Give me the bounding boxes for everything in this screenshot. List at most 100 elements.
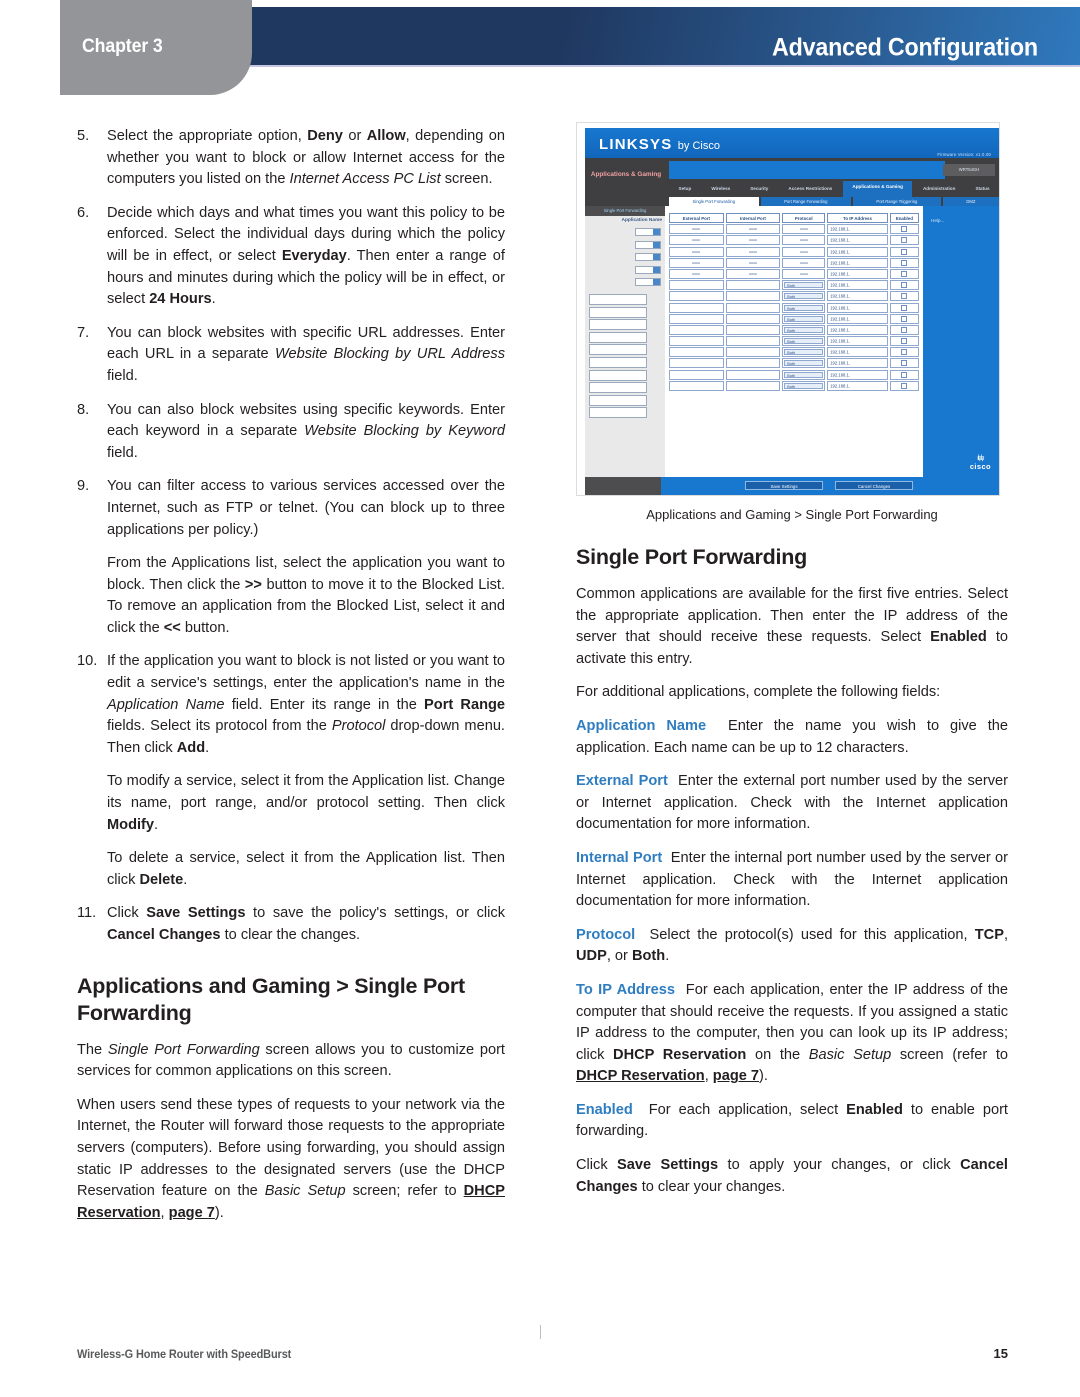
screenshot-table-cell[interactable] <box>669 224 724 235</box>
screenshot-enabled-checkbox[interactable] <box>901 338 908 345</box>
screenshot-tab[interactable]: Security <box>740 181 778 197</box>
screenshot-table-cell[interactable] <box>889 291 919 302</box>
screenshot-table-cell[interactable] <box>669 380 724 391</box>
screenshot-table-cell[interactable] <box>669 302 724 313</box>
screenshot-table-cell[interactable]: 192.168.1. <box>827 336 888 347</box>
screenshot-save-settings-button[interactable]: Save Settings <box>745 481 823 490</box>
screenshot-enabled-checkbox[interactable] <box>901 382 908 389</box>
screenshot-protocol-select[interactable]: Both <box>784 338 824 345</box>
screenshot-subtab[interactable]: Port Range Forwarding <box>760 197 851 206</box>
screenshot-table-cell[interactable] <box>725 336 781 347</box>
screenshot-application-name-input[interactable] <box>589 294 647 305</box>
screenshot-tab[interactable]: Wireless <box>701 181 740 197</box>
screenshot-protocol-select[interactable]: Both <box>784 293 824 300</box>
screenshot-application-select[interactable] <box>635 253 661 262</box>
screenshot-enabled-checkbox[interactable] <box>901 226 908 233</box>
screenshot-table-cell[interactable] <box>725 347 781 358</box>
screenshot-enabled-checkbox[interactable] <box>901 270 908 277</box>
screenshot-protocol-select[interactable]: Both <box>784 282 824 289</box>
screenshot-table-cell[interactable] <box>889 336 919 347</box>
screenshot-table-cell[interactable] <box>725 257 781 268</box>
screenshot-table-cell[interactable]: Both <box>782 302 826 313</box>
screenshot-table-cell[interactable] <box>725 380 781 391</box>
screenshot-tab[interactable]: Setup <box>669 181 701 197</box>
screenshot-table-cell[interactable] <box>725 369 781 380</box>
screenshot-table-cell[interactable] <box>782 224 826 235</box>
screenshot-table-cell[interactable] <box>889 257 919 268</box>
screenshot-enabled-checkbox[interactable] <box>901 371 908 378</box>
screenshot-protocol-select[interactable]: Both <box>784 326 824 333</box>
screenshot-protocol-select[interactable]: Both <box>784 382 824 389</box>
screenshot-enabled-checkbox[interactable] <box>901 293 908 300</box>
screenshot-table-cell[interactable]: Both <box>782 358 826 369</box>
screenshot-table-cell[interactable] <box>669 257 724 268</box>
screenshot-table-cell[interactable] <box>889 268 919 279</box>
screenshot-protocol-select[interactable]: Both <box>784 349 824 356</box>
screenshot-table-cell[interactable] <box>669 347 724 358</box>
screenshot-table-cell[interactable] <box>669 268 724 279</box>
screenshot-table-cell[interactable]: 192.168.1. <box>827 324 888 335</box>
screenshot-table-cell[interactable]: 192.168.1. <box>827 369 888 380</box>
screenshot-help-label[interactable]: Help... <box>931 218 944 223</box>
screenshot-table-cell[interactable]: 192.168.1. <box>827 313 888 324</box>
screenshot-table-cell[interactable] <box>669 313 724 324</box>
screenshot-table-cell[interactable] <box>669 291 724 302</box>
screenshot-table-cell[interactable]: 192.168.1. <box>827 380 888 391</box>
screenshot-table-cell[interactable]: Both <box>782 347 826 358</box>
screenshot-application-select[interactable] <box>635 265 661 274</box>
screenshot-application-name-input[interactable] <box>589 357 647 368</box>
screenshot-table-cell[interactable] <box>782 268 826 279</box>
screenshot-application-select[interactable] <box>635 228 661 236</box>
screenshot-table-cell[interactable]: Both <box>782 313 826 324</box>
screenshot-application-select[interactable] <box>635 240 661 249</box>
screenshot-application-name-input[interactable] <box>589 382 647 394</box>
screenshot-table-cell[interactable]: Both <box>782 280 826 291</box>
screenshot-table-cell[interactable] <box>889 280 919 291</box>
screenshot-subtab[interactable]: DMZ <box>942 197 999 206</box>
screenshot-subtab[interactable]: Single Port Forwarding <box>669 197 759 206</box>
screenshot-application-name-input[interactable] <box>589 407 647 419</box>
screenshot-table-cell[interactable]: 192.168.1. <box>827 224 888 235</box>
screenshot-table-cell[interactable] <box>669 246 724 257</box>
screenshot-protocol-select[interactable]: Both <box>784 304 824 311</box>
screenshot-application-name-input[interactable] <box>589 331 647 343</box>
screenshot-table-cell[interactable] <box>889 358 919 369</box>
screenshot-table-cell[interactable] <box>889 313 919 324</box>
screenshot-table-cell[interactable] <box>669 369 724 380</box>
screenshot-application-name-input[interactable] <box>589 319 647 331</box>
screenshot-application-name-input[interactable] <box>589 306 647 318</box>
screenshot-enabled-checkbox[interactable] <box>901 248 908 255</box>
screenshot-table-cell[interactable] <box>669 358 724 369</box>
screenshot-enabled-checkbox[interactable] <box>901 349 908 356</box>
screenshot-table-cell[interactable] <box>669 235 724 246</box>
screenshot-table-cell[interactable]: 192.168.1. <box>827 347 888 358</box>
screenshot-application-name-input[interactable] <box>589 369 647 381</box>
screenshot-tab[interactable]: Applications & Gaming <box>842 181 913 197</box>
screenshot-table-cell[interactable] <box>889 302 919 313</box>
screenshot-enabled-checkbox[interactable] <box>901 360 908 367</box>
screenshot-table-cell[interactable]: 192.168.1. <box>827 235 888 246</box>
screenshot-table-cell[interactable]: Both <box>782 291 826 302</box>
screenshot-table-cell[interactable]: 192.168.1. <box>827 257 888 268</box>
screenshot-table-cell[interactable] <box>725 313 781 324</box>
screenshot-application-name-input[interactable] <box>589 394 647 406</box>
screenshot-table-cell[interactable] <box>669 280 724 291</box>
screenshot-table-cell[interactable] <box>725 235 781 246</box>
screenshot-table-cell[interactable]: 192.168.1. <box>827 268 888 279</box>
screenshot-table-cell[interactable] <box>889 369 919 380</box>
screenshot-enabled-checkbox[interactable] <box>901 304 908 311</box>
screenshot-enabled-checkbox[interactable] <box>901 259 908 266</box>
screenshot-tab[interactable]: Status <box>965 181 999 197</box>
screenshot-table-cell[interactable]: Both <box>782 324 826 335</box>
screenshot-table-cell[interactable] <box>669 336 724 347</box>
screenshot-table-cell[interactable]: 192.168.1. <box>827 246 888 257</box>
screenshot-table-cell[interactable] <box>725 280 781 291</box>
screenshot-table-cell[interactable] <box>782 257 826 268</box>
screenshot-enabled-checkbox[interactable] <box>901 326 908 333</box>
screenshot-application-name-input[interactable] <box>589 344 647 356</box>
screenshot-application-select[interactable] <box>635 278 661 287</box>
screenshot-table-cell[interactable] <box>889 235 919 246</box>
screenshot-enabled-checkbox[interactable] <box>901 282 908 289</box>
screenshot-table-cell[interactable]: 192.168.1. <box>827 291 888 302</box>
screenshot-protocol-select[interactable]: Both <box>784 371 824 378</box>
